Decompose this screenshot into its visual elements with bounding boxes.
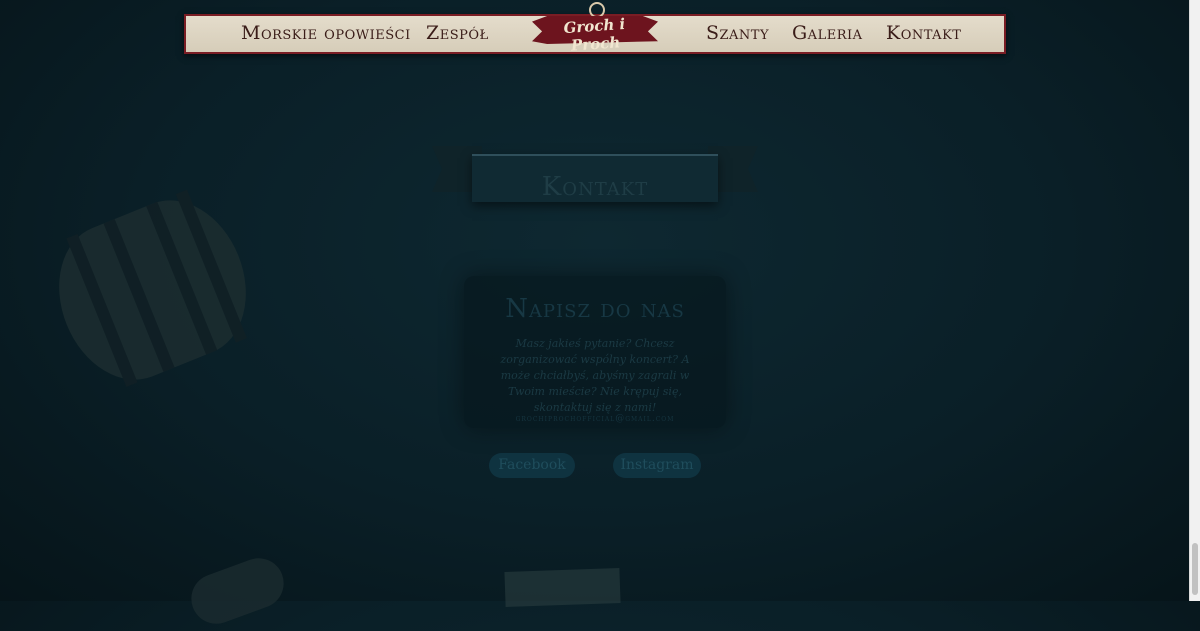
facebook-button[interactable]: Facebook	[489, 453, 575, 478]
crate-illustration	[504, 568, 621, 607]
contact-card: Napisz do nas Masz jakieś pytanie? Chces…	[464, 276, 726, 428]
scrollbar[interactable]	[1189, 0, 1200, 601]
section-banner: Kontakt	[432, 146, 758, 202]
site-logo[interactable]: Groch i Proch	[532, 2, 658, 60]
contact-email-link[interactable]: grochiprochofficial@gmail.com	[464, 414, 726, 424]
barrel-illustration-bottom	[184, 551, 291, 631]
contact-heading: Napisz do nas	[505, 294, 685, 324]
instagram-button[interactable]: Instagram	[613, 453, 701, 478]
nav-item-szanty[interactable]: Szanty	[706, 22, 769, 44]
nav-item-morskie-opowiesci[interactable]: Morskie opowieści	[241, 22, 411, 44]
nav-item-galeria[interactable]: Galeria	[792, 22, 863, 44]
nav-item-zespol[interactable]: Zespół	[426, 22, 489, 44]
nav-item-kontakt[interactable]: Kontakt	[886, 22, 961, 44]
scrollbar-thumb[interactable]	[1192, 543, 1198, 595]
contact-description: Masz jakieś pytanie? Chcesz zorganizować…	[500, 337, 690, 414]
barrel-illustration	[36, 181, 269, 399]
section-title: Kontakt	[541, 172, 649, 202]
logo-text: Groch i Proch	[562, 14, 626, 55]
